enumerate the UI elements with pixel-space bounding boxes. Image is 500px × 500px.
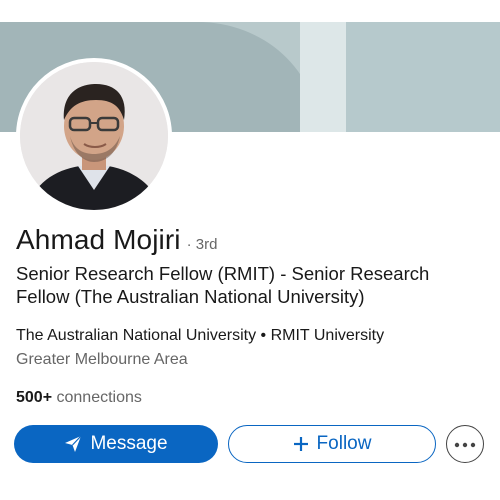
connection-degree: · 3rd	[186, 236, 218, 253]
more-horizontal-icon	[454, 435, 476, 453]
follow-button[interactable]: Follow	[228, 425, 436, 463]
profile-headline: Senior Research Fellow (RMIT) - Senior R…	[16, 263, 430, 307]
profile-card: Ahmad Mojiri · 3rd Senior Research Fello…	[0, 0, 500, 500]
connections-label: connections	[52, 389, 142, 406]
profile-organizations: The Australian National University • RMI…	[16, 327, 385, 344]
profile-location: Greater Melbourne Area	[16, 351, 188, 368]
message-button-label: Message	[90, 433, 168, 454]
send-icon	[64, 435, 82, 453]
follow-button-label: Follow	[316, 433, 372, 454]
profile-photo	[20, 62, 168, 210]
connections-count[interactable]: 500+ connections	[16, 389, 142, 407]
name-row: Ahmad Mojiri · 3rd	[16, 224, 217, 256]
message-button[interactable]: Message	[14, 425, 218, 463]
more-options-button[interactable]	[446, 425, 484, 463]
connections-number: 500+	[16, 389, 53, 406]
plus-icon	[293, 436, 309, 452]
avatar[interactable]	[16, 58, 172, 214]
profile-name: Ahmad Mojiri	[16, 224, 181, 255]
